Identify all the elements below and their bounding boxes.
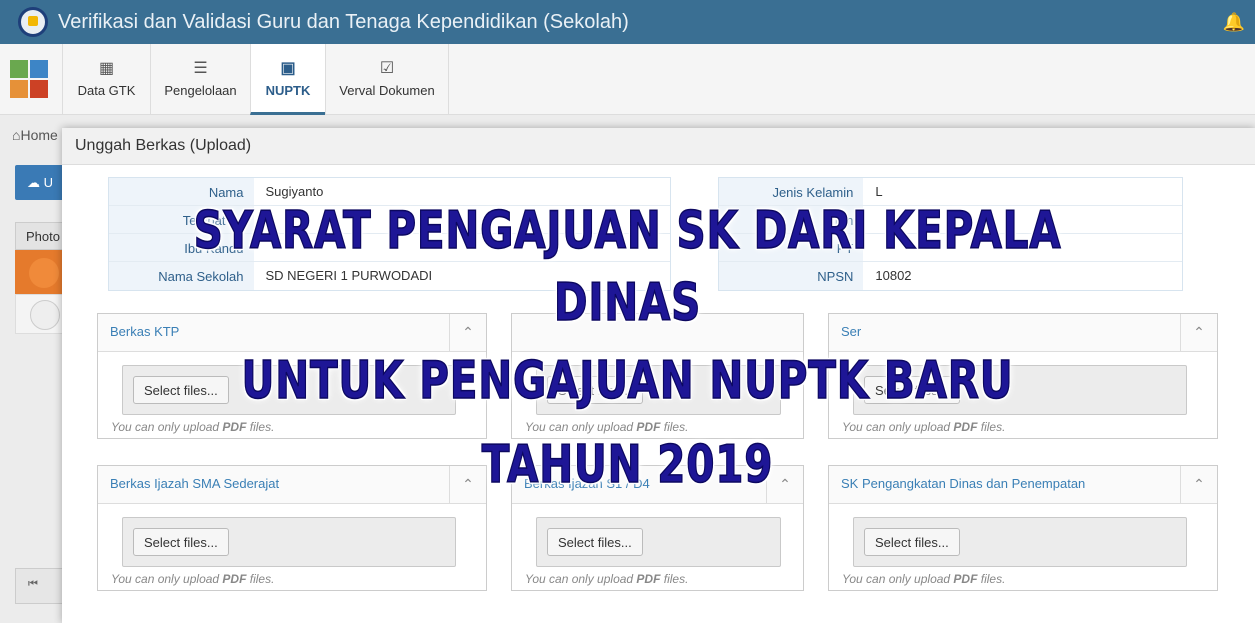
upload-panel-ijazah-s1: Berkas Ijazah S1 / D4 ⌃ Select files... Y… (511, 465, 804, 591)
info-value (863, 234, 1182, 261)
file-drop-zone[interactable]: Select files... (853, 365, 1187, 415)
first-page-icon[interactable]: ⏮ (28, 578, 38, 591)
info-label: PT (719, 234, 864, 261)
info-label: Nama Sekolah (109, 262, 254, 290)
upload-modal: Unggah Berkas (Upload) Nama Sugiyanto Tem… (62, 128, 1255, 623)
info-row: Jenis Kelamin L (719, 178, 1182, 206)
file-drop-zone[interactable]: Select files... (122, 365, 456, 415)
info-value (254, 206, 671, 233)
chevron-up-icon[interactable]: ⌃ (766, 466, 803, 503)
upload-hint: You can only upload PDF files. (842, 420, 1006, 434)
panel-title: Ser (841, 324, 862, 339)
apps-grid-icon[interactable] (10, 60, 48, 98)
table-row[interactable] (15, 250, 65, 294)
upload-hint: You can only upload PDF files. (111, 420, 275, 434)
upload-hint: You can only upload PDF files. (525, 420, 689, 434)
info-value: L (875, 184, 883, 199)
chevron-up-icon[interactable]: ⌃ (449, 314, 486, 351)
info-label: NPSN (719, 262, 864, 290)
info-table-left: Nama Sugiyanto Tempat La Ibu Kandu Nama S… (108, 177, 671, 291)
table-header-photo: Photo (15, 222, 65, 250)
info-value (254, 234, 671, 261)
checkbox-icon: ☑ (379, 60, 395, 77)
panel-title: SK Pengangkatan Dinas dan Penempatan (841, 476, 1086, 491)
info-row: PT (719, 234, 1182, 262)
file-drop-zone[interactable]: Select files... (536, 517, 781, 567)
table-icon: ▦ (98, 60, 115, 77)
upload-panel-3: Ser ⌃ Select files... You can only upload… (828, 313, 1218, 439)
info-label: Nama (109, 178, 254, 205)
pager[interactable]: ⏮ (15, 568, 65, 604)
panel-title: Berkas KTP (110, 324, 180, 339)
upload-panel-ktp: Berkas KTP ⌃ Select files... You can only… (97, 313, 487, 439)
main-nav: ▦ Data GTK ☰ Pengelolaan ▣ NUPTK ☑ Verva… (0, 44, 1255, 115)
chevron-up-icon[interactable]: ⌃ (1180, 314, 1217, 351)
file-drop-zone[interactable]: Select files... (536, 365, 781, 415)
nav-verval-dokumen[interactable]: ☑ Verval Dokumen (325, 44, 449, 115)
info-row: Nama Sekolah SD NEGERI 1 PURWODADI (109, 262, 670, 290)
table-row[interactable] (15, 294, 65, 334)
breadcrumb[interactable]: ⌂Home (12, 127, 58, 143)
chevron-up-icon[interactable]: ⌃ (1180, 466, 1217, 503)
info-value: SD NEGERI 1 PURWODADI (265, 268, 433, 283)
info-value (863, 206, 1182, 233)
nav-data-gtk[interactable]: ▦ Data GTK (62, 44, 150, 115)
app-title: Verifikasi dan Validasi Guru dan Tenaga … (58, 10, 629, 33)
nav-pengelolaan[interactable]: ☰ Pengelolaan (150, 44, 250, 115)
select-files-button[interactable]: Select files... (547, 376, 643, 404)
panel-title: Berkas Ijazah SMA Sederajat (110, 476, 280, 491)
info-row: Tempat La (109, 206, 670, 234)
select-files-button[interactable]: Select files... (133, 376, 229, 404)
bell-icon[interactable]: 🔔 (1223, 12, 1245, 33)
file-drop-zone[interactable]: Select files... (122, 517, 456, 567)
info-value: Sugiyanto (265, 184, 324, 199)
upload-panel-2: Select files... You can only upload PDF … (511, 313, 804, 439)
upload-button[interactable]: ☁ U (15, 165, 65, 200)
file-drop-zone[interactable]: Select files... (853, 517, 1187, 567)
info-row: NPSN 10802 (719, 262, 1182, 290)
select-files-button[interactable]: Select files... (133, 528, 229, 556)
tut-wuri-handayani-logo[interactable] (18, 7, 48, 37)
upload-hint: You can only upload PDF files. (111, 572, 275, 586)
id-card-icon: ▣ (280, 60, 296, 77)
info-row: Tan (719, 206, 1182, 234)
upload-hint: You can only upload PDF files. (842, 572, 1006, 586)
top-header: Verifikasi dan Validasi Guru dan Tenaga … (0, 0, 1255, 44)
panel-title: Berkas Ijazah S1 / D4 (524, 476, 650, 491)
info-table-right: Jenis Kelamin L Tan PT NPSN 10802 (718, 177, 1183, 291)
info-label: Ibu Kandu (109, 234, 254, 261)
info-row: Ibu Kandu (109, 234, 670, 262)
select-files-button[interactable]: Select files... (547, 528, 643, 556)
info-label: Jenis Kelamin (719, 178, 864, 205)
modal-title: Unggah Berkas (Upload) (62, 128, 1255, 165)
list-icon: ☰ (193, 60, 208, 77)
select-files-button[interactable]: Select files... (864, 528, 960, 556)
info-label: Tan (719, 206, 864, 233)
select-files-button[interactable]: Select files... (864, 376, 960, 404)
info-row: Nama Sugiyanto (109, 178, 670, 206)
info-value: 10802 (875, 268, 912, 283)
chevron-up-icon[interactable]: ⌃ (449, 466, 486, 503)
nav-nuptk[interactable]: ▣ NUPTK (250, 44, 325, 115)
info-label: Tempat La (109, 206, 254, 233)
upload-hint: You can only upload PDF files. (525, 572, 689, 586)
upload-panel-ijazah-sma: Berkas Ijazah SMA Sederajat ⌃ Select file… (97, 465, 487, 591)
upload-panel-sk-pengangkatan: SK Pengangkatan Dinas dan Penempatan ⌃ Se… (828, 465, 1218, 591)
